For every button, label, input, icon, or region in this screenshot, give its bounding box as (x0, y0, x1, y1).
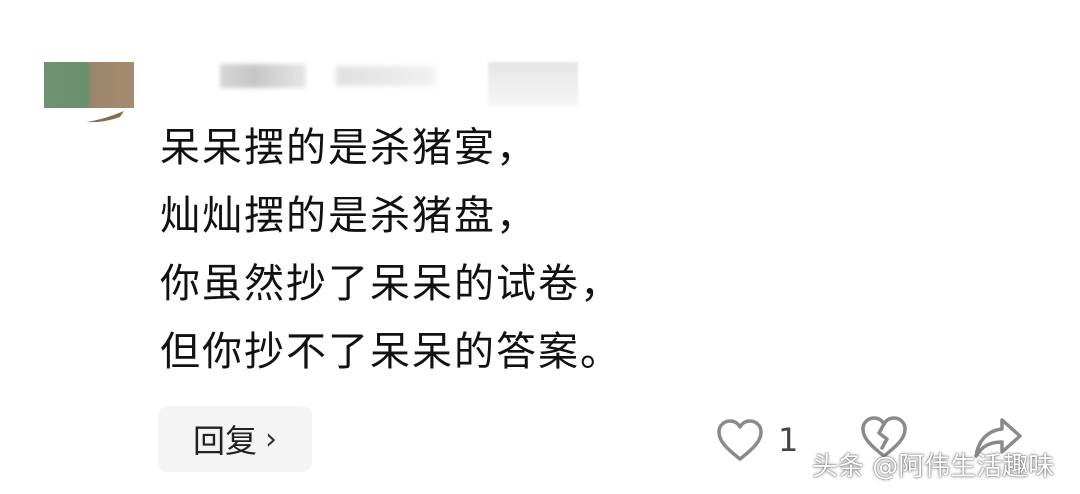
avatar[interactable] (44, 62, 134, 108)
comment-line: 你虽然抄了呆呆的试卷， (160, 261, 622, 307)
heart-outline-icon (717, 419, 763, 461)
comment-meta-redacted (190, 58, 590, 106)
like-button[interactable]: 1 (716, 416, 798, 464)
timestamp-redacted (336, 66, 436, 86)
comment-text: 呆呆摆的是杀猪宴， 灿灿摆的是杀猪盘， 你虽然抄了呆呆的试卷， 但你抄不了呆呆的… (160, 114, 780, 386)
comment-line: 灿灿摆的是杀猪盘， (160, 193, 538, 239)
badge-redacted (488, 62, 578, 106)
watermark: 头条 @阿伟生活趣味 (812, 452, 1055, 482)
username-redacted (220, 64, 306, 88)
chevron-right-icon: › (265, 421, 277, 457)
avatar-badge-icon (86, 111, 124, 123)
reply-button[interactable]: 回复 › (158, 406, 312, 472)
comment-line: 呆呆摆的是杀猪宴， (160, 125, 538, 171)
comment-line: 但你抄不了呆呆的答案。 (160, 329, 622, 375)
like-count: 1 (778, 421, 799, 459)
reply-label: 回复 (192, 422, 257, 460)
